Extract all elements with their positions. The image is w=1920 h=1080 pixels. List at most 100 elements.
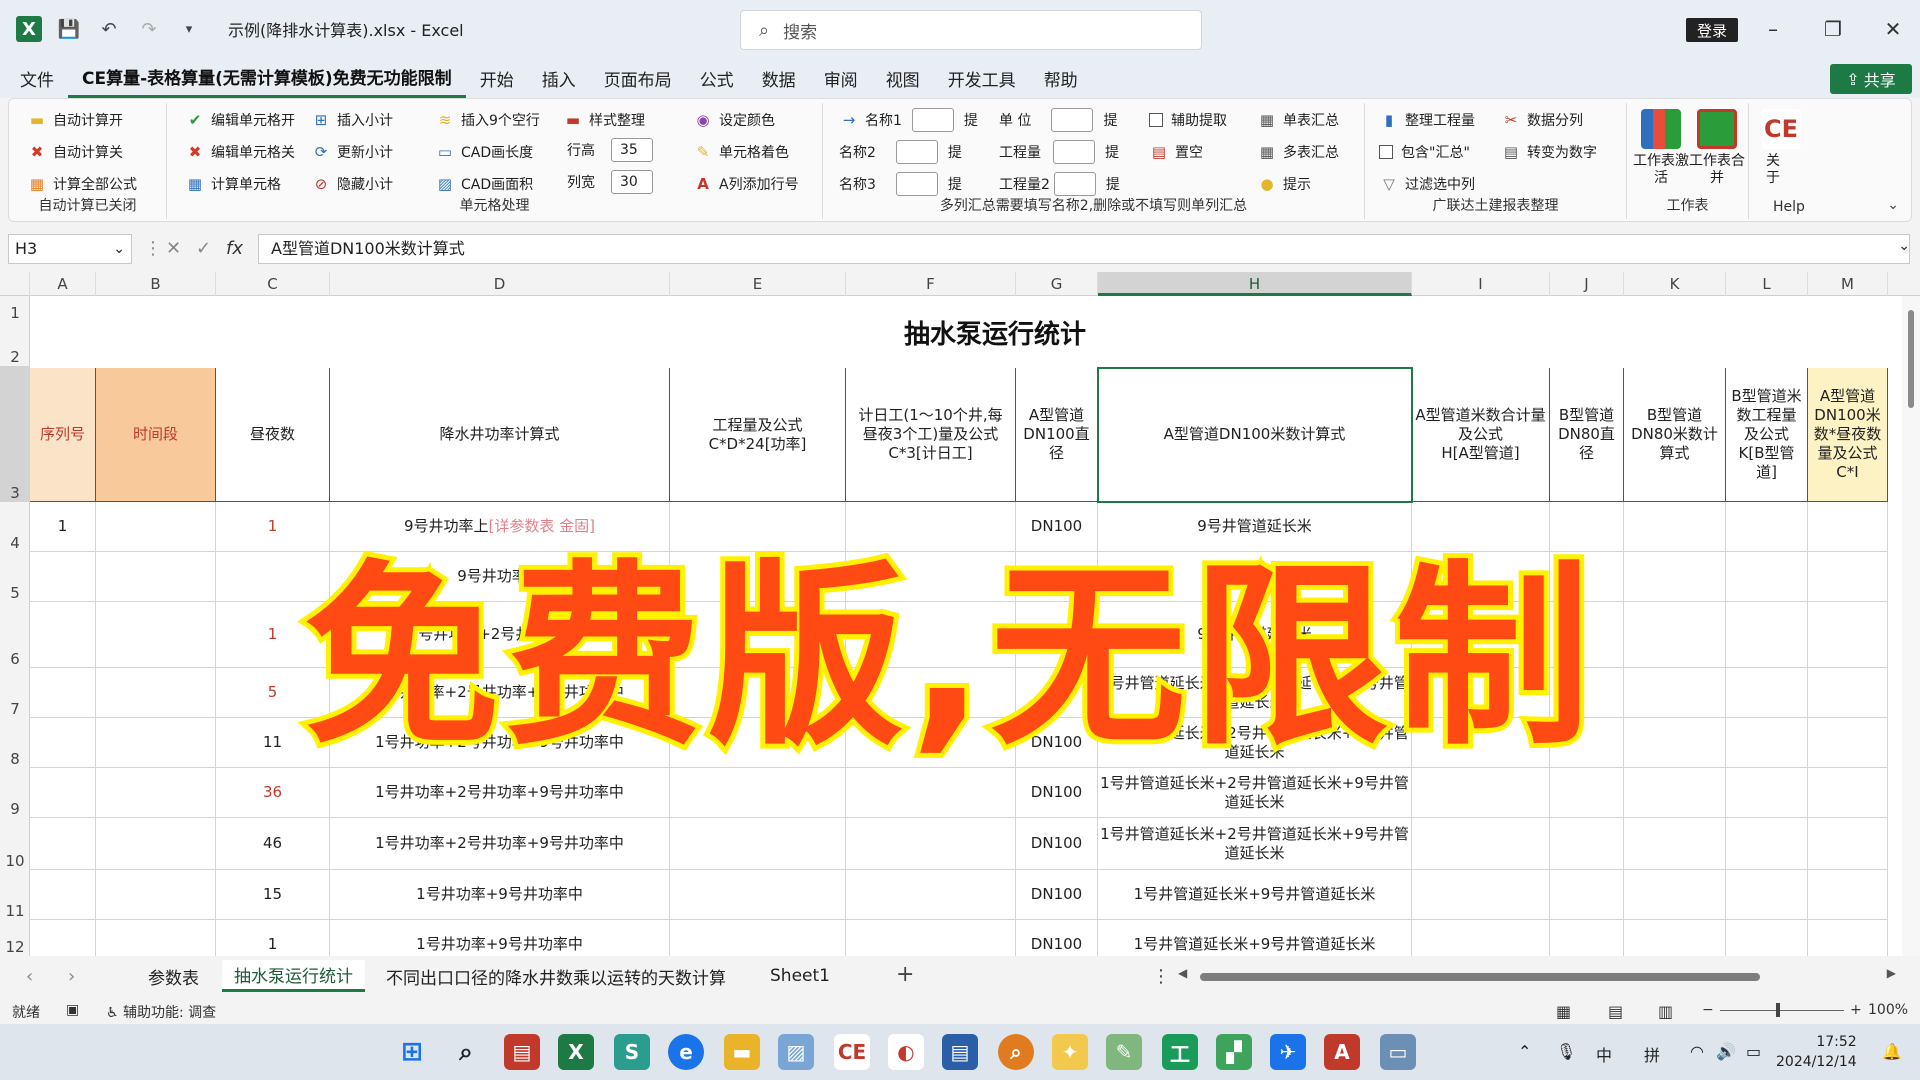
extract-label[interactable]: 提 <box>964 110 978 130</box>
expand-formula-icon[interactable]: ⌄ <box>1898 238 1910 254</box>
search-app-icon[interactable]: ⌕ <box>998 1034 1034 1070</box>
undo-icon[interactable]: ↶ <box>96 16 122 42</box>
page-break-view-icon[interactable]: ▥ <box>1658 1002 1673 1021</box>
column-header[interactable]: M <box>1808 272 1888 296</box>
column-header[interactable]: J <box>1550 272 1624 296</box>
vertical-scrollbar[interactable] <box>1902 296 1920 956</box>
table-cell[interactable] <box>1808 920 1888 956</box>
merge-sheet-button[interactable]: 工作表合并 <box>1689 109 1745 187</box>
table-cell[interactable] <box>670 818 846 870</box>
formula-input[interactable]: A型管道DN100米数计算式 <box>258 234 1910 264</box>
split-data-button[interactable]: ✂ 数据分列 <box>1501 107 1583 133</box>
to-number-button[interactable]: ▤ 转变为数字 <box>1501 139 1597 165</box>
table-cell[interactable] <box>1726 768 1808 818</box>
table-cell[interactable]: 15 <box>216 870 330 920</box>
sheet-tab-sheet1[interactable]: Sheet1 <box>758 960 842 992</box>
add-row-number-button[interactable]: A A列添加行号 <box>693 171 798 197</box>
table-cell[interactable] <box>1808 818 1888 870</box>
table-cell[interactable] <box>96 870 216 920</box>
table-cell[interactable] <box>96 768 216 818</box>
table-cell[interactable] <box>1808 718 1888 768</box>
header-cell[interactable]: A型管道DN100直径 <box>1016 368 1098 502</box>
table-cell[interactable]: 1号井功率+9号井功率中 <box>330 870 670 920</box>
row-height-input[interactable]: 35 <box>611 138 653 162</box>
header-cell[interactable]: B型管道DN80直径 <box>1550 368 1624 502</box>
table-cell[interactable] <box>1726 502 1808 552</box>
table-cell[interactable] <box>30 920 96 956</box>
notification-bell-icon[interactable]: 🔔 <box>1882 1042 1902 1061</box>
remote-desktop-icon[interactable]: ▭ <box>1380 1034 1416 1070</box>
page-layout-view-icon[interactable]: ▤ <box>1608 1002 1623 1021</box>
table-cell[interactable] <box>1624 818 1726 870</box>
cancel-icon[interactable]: ✕ <box>166 238 181 259</box>
customize-qat-icon[interactable]: ▾ <box>176 16 202 42</box>
col-width-input[interactable]: 30 <box>611 170 653 194</box>
column-header[interactable]: L <box>1726 272 1808 296</box>
column-header[interactable]: G <box>1016 272 1098 296</box>
column-header[interactable]: D <box>330 272 670 296</box>
auto-calc-off-button[interactable]: ✖ 自动计算关 <box>27 139 123 165</box>
redo-icon[interactable]: ↷ <box>136 16 162 42</box>
row-header[interactable]: 9 <box>0 768 30 818</box>
zoom-level[interactable]: 100% <box>1868 1002 1908 1018</box>
table-cell[interactable] <box>846 870 1016 920</box>
auto-calc-on-button[interactable]: ▬ 自动计算开 <box>27 107 123 133</box>
table-cell[interactable] <box>1808 552 1888 602</box>
table-cell[interactable] <box>1726 552 1808 602</box>
table-cell[interactable] <box>1550 870 1624 920</box>
zoom-out-icon[interactable]: − <box>1702 1002 1714 1018</box>
table-cell[interactable] <box>846 920 1016 956</box>
update-subtotal-button[interactable]: ⟳ 更新小计 <box>311 139 393 165</box>
chevron-up-icon[interactable]: ⌃ <box>1518 1042 1531 1061</box>
insert-9-rows-button[interactable]: ≋ 插入9个空行 <box>435 107 540 133</box>
table-cell[interactable] <box>1412 920 1550 956</box>
sheet-tab-pump-stats[interactable]: 抽水泵运行统计 <box>222 960 365 992</box>
table-cell[interactable] <box>846 818 1016 870</box>
insert-subtotal-button[interactable]: ⊞ 插入小计 <box>311 107 393 133</box>
column-header[interactable]: F <box>846 272 1016 296</box>
header-cell[interactable]: 降水井功率计算式 <box>330 368 670 502</box>
table-cell[interactable] <box>30 552 96 602</box>
bird-app-icon[interactable]: ✈ <box>1270 1034 1306 1070</box>
column-header[interactable]: K <box>1624 272 1726 296</box>
row-header[interactable]: 7 <box>0 668 30 718</box>
table-cell[interactable] <box>1726 870 1808 920</box>
filter-column-button[interactable]: ▽ 过滤选中列 <box>1379 171 1475 197</box>
table-cell[interactable] <box>96 552 216 602</box>
header-cell[interactable]: A型管道米数合计量及公式 H[A型管道] <box>1412 368 1550 502</box>
column-header[interactable]: A <box>30 272 96 296</box>
accessibility-status[interactable]: ♿ 辅助功能: 调查 <box>106 1002 216 1022</box>
table-cell[interactable] <box>1726 668 1808 718</box>
table-cell[interactable] <box>1808 768 1888 818</box>
header-cell[interactable]: 工程量及公式 C*D*24[功率] <box>670 368 846 502</box>
table-cell[interactable]: DN100 <box>1016 870 1098 920</box>
macro-record-icon[interactable]: ▣ <box>66 1002 79 1018</box>
name2-input[interactable] <box>895 140 938 164</box>
clear-button[interactable]: ▤ 置空 <box>1149 139 1203 165</box>
menu-data[interactable]: 数据 <box>748 58 810 98</box>
table-cell[interactable] <box>1726 920 1808 956</box>
cad-area-button[interactable]: ▨ CAD画面积 <box>435 171 533 197</box>
hide-subtotal-button[interactable]: ⊘ 隐藏小计 <box>311 171 393 197</box>
header-cell[interactable]: 昼夜数 <box>216 368 330 502</box>
table-cell[interactable] <box>30 818 96 870</box>
column-header[interactable]: I <box>1412 272 1550 296</box>
include-summary-checkbox[interactable]: 包含"汇总" <box>1379 139 1470 165</box>
minimize-icon[interactable]: – <box>1760 16 1786 42</box>
windows-start-icon[interactable]: ⊞ <box>394 1034 430 1070</box>
zoom-slider-thumb[interactable] <box>1776 1003 1780 1017</box>
table-cell[interactable] <box>30 768 96 818</box>
edit-cell-off-button[interactable]: ✖ 编辑单元格关 <box>185 139 295 165</box>
calc-all-formulas-button[interactable]: ▦ 计算全部公式 <box>27 171 137 197</box>
column-header[interactable]: B <box>96 272 216 296</box>
edge-icon[interactable]: e <box>668 1034 704 1070</box>
name-box[interactable]: H3 ⌄ <box>8 234 132 264</box>
header-cell[interactable]: A型管道DN100米数计算式 <box>1098 368 1412 502</box>
column-header[interactable]: C <box>216 272 330 296</box>
header-cell[interactable]: B型管道米数工程量及公式 K[B型管道] <box>1726 368 1808 502</box>
microphone-icon[interactable]: 🎙 <box>1556 1042 1576 1061</box>
table-cell[interactable]: DN100 <box>1016 920 1098 956</box>
header-cell[interactable]: B型管道DN80米数计算式 <box>1624 368 1726 502</box>
table-cell[interactable] <box>1550 818 1624 870</box>
battery-icon[interactable]: ▭ <box>1746 1042 1761 1061</box>
